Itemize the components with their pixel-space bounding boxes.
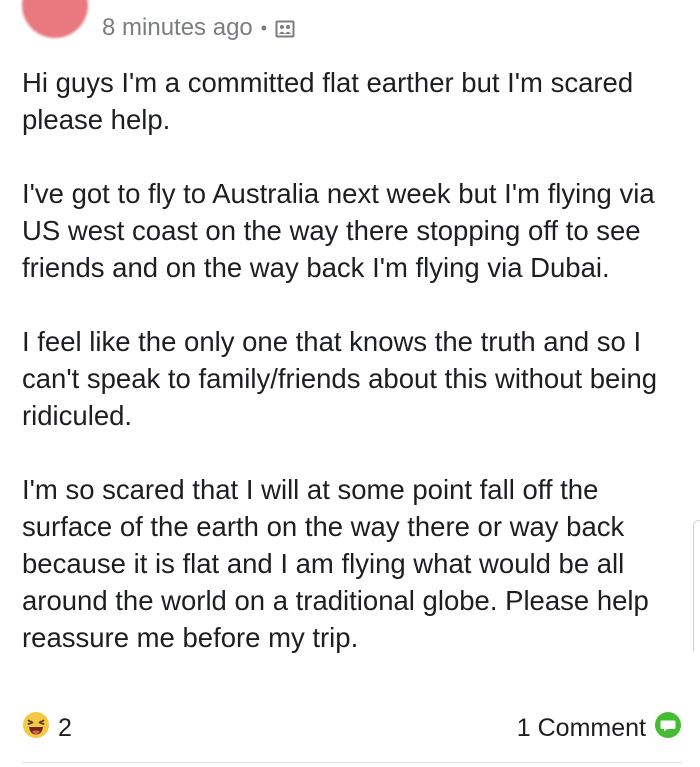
reactions-summary[interactable]: 2 (22, 711, 72, 746)
laughing-emoji-icon (22, 711, 50, 746)
group-privacy-icon[interactable] (275, 18, 295, 38)
post-footer: 2 1 Comment (22, 708, 682, 748)
avatar[interactable] (22, 0, 88, 38)
meta-separator: • (260, 17, 268, 38)
reaction-count: 2 (58, 713, 72, 742)
timestamp[interactable]: 8 minutes ago (102, 14, 253, 42)
footer-divider (22, 762, 682, 763)
post-paragraph: Hi guys I'm a committed flat earther but… (22, 67, 634, 135)
comments-link[interactable]: 1 Comment (517, 711, 682, 746)
post-body: Hi guys I'm a committed flat earther but… (22, 64, 687, 693)
post-paragraph: I've got to fly to Australia next week b… (22, 178, 655, 283)
post-card: 8 minutes ago • Hi guys I'm a committed … (0, 0, 700, 767)
post-paragraph: I'm so scared that I will at some point … (22, 474, 649, 653)
comment-count-label[interactable]: 1 Comment (517, 714, 646, 743)
comment-bubble-icon (654, 711, 682, 746)
post-meta: 8 minutes ago • (102, 12, 295, 44)
adjacent-card-edge (693, 520, 700, 651)
post-paragraph: I feel like the only one that knows the … (22, 326, 658, 431)
